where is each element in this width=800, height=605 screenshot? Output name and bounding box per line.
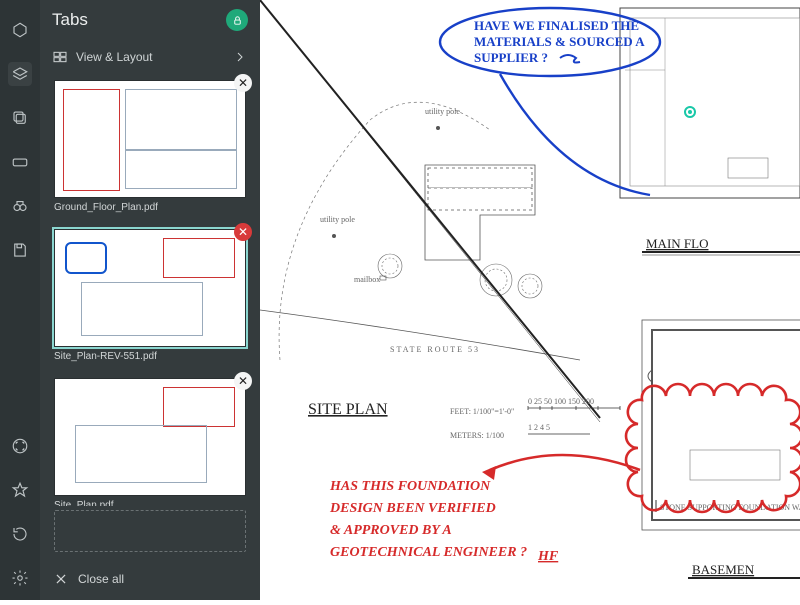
chevron-right-icon <box>232 49 248 65</box>
keyboard-icon[interactable] <box>8 150 32 174</box>
view-layout-row[interactable]: View & Layout <box>40 40 260 74</box>
close-icon <box>54 572 68 586</box>
svg-text:FEET: 1/100"=1'-0": FEET: 1/100"=1'-0" <box>450 407 514 416</box>
close-tab-button[interactable]: ✕ <box>234 74 252 92</box>
svg-text:MATERIALS & SOURCED A: MATERIALS & SOURCED A <box>474 34 645 49</box>
svg-text:HAVE WE FINALISED THE: HAVE WE FINALISED THE <box>474 18 639 33</box>
tab-item[interactable]: ✕ Ground_Floor_Plan.pdf <box>54 80 246 213</box>
svg-text:METERS: 1/100: METERS: 1/100 <box>450 431 504 440</box>
svg-text:DESIGN BEEN VERIFIED: DESIGN BEEN VERIFIED <box>329 501 496 516</box>
svg-text:HAS THIS FOUNDATION: HAS THIS FOUNDATION <box>329 479 491 494</box>
lock-icon[interactable] <box>226 9 248 31</box>
settings-icon[interactable] <box>8 566 32 590</box>
close-tab-button[interactable]: ✕ <box>234 372 252 390</box>
svg-text:utility pole: utility pole <box>425 107 460 116</box>
svg-text:utility pole: utility pole <box>320 215 355 224</box>
svg-text:STATE ROUTE 53: STATE ROUTE 53 <box>390 345 480 354</box>
svg-text:SITE PLAN: SITE PLAN <box>308 401 388 418</box>
tab-item[interactable]: ✕ Site_Plan-REV-551.pdf <box>54 229 246 362</box>
view-layout-label: View & Layout <box>76 50 153 64</box>
save-icon[interactable] <box>8 238 32 262</box>
svg-text:GEOTECHNICAL ENGINEER ?: GEOTECHNICAL ENGINEER ? <box>330 545 527 560</box>
binoculars-icon[interactable] <box>8 194 32 218</box>
layers-icon[interactable] <box>8 62 32 86</box>
svg-text:SUPPLIER ?: SUPPLIER ? <box>474 50 548 65</box>
svg-text:1 2 4 5: 1 2 4 5 <box>528 423 550 432</box>
basement-plan: STONE SUPPORTING FOUNDATION WALL BASEMEN <box>642 320 800 578</box>
tab-thumbnail[interactable] <box>54 229 246 347</box>
close-all-label: Close all <box>78 572 124 586</box>
main-floor-title: MAIN FLO <box>646 236 708 251</box>
red-annotation: HAS THIS FOUNDATION DESIGN BEEN VERIFIED… <box>329 384 800 564</box>
view-layout-icon <box>52 49 68 65</box>
svg-text:0 25 50 100 150 200: 0 25 50 100 150 200 <box>528 397 594 406</box>
copy-icon[interactable] <box>8 106 32 130</box>
tab-item[interactable]: ✕ Site_Plan.pdf <box>54 378 246 506</box>
close-tab-button[interactable]: ✕ <box>234 223 252 241</box>
tabs-panel: Tabs View & Layout ✕ Ground_Floor_Plan.p… <box>40 0 260 600</box>
panel-header: Tabs <box>40 0 260 40</box>
tab-filename: Ground_Floor_Plan.pdf <box>54 202 246 213</box>
close-all-button[interactable]: Close all <box>40 562 260 600</box>
svg-text:& APPROVED BY A: & APPROVED BY A <box>330 523 452 538</box>
tab-thumbnail[interactable] <box>54 378 246 496</box>
svg-text:HF: HF <box>537 549 559 564</box>
site-plan-title-block: SITE PLAN FEET: 1/100"=1'-0" METERS: 1/1… <box>260 0 620 440</box>
tab-thumbnails: ✕ Ground_Floor_Plan.pdf ✕ Site_Plan-REV-… <box>40 74 260 506</box>
history-icon[interactable] <box>8 522 32 546</box>
panel-title: Tabs <box>52 10 88 30</box>
svg-text:BASEMEN: BASEMEN <box>692 562 755 577</box>
tab-thumbnail[interactable] <box>54 80 246 198</box>
svg-text:mailbox: mailbox <box>354 275 380 284</box>
site-plan-drawing: STATE ROUTE 53 utility pole utility pole… <box>260 102 580 360</box>
hex-icon[interactable] <box>8 18 32 42</box>
drop-zone[interactable] <box>54 510 246 552</box>
main-floor-plan: MAIN FLO <box>620 8 800 255</box>
fullscreen-icon[interactable] <box>8 434 32 458</box>
document-canvas[interactable]: MAIN FLO HAVE WE FINALISED THE MATERIALS… <box>260 0 800 600</box>
tab-filename: Site_Plan.pdf <box>54 500 246 506</box>
star-icon[interactable] <box>8 478 32 502</box>
tab-filename: Site_Plan-REV-551.pdf <box>54 351 246 362</box>
tool-rail <box>0 0 40 600</box>
